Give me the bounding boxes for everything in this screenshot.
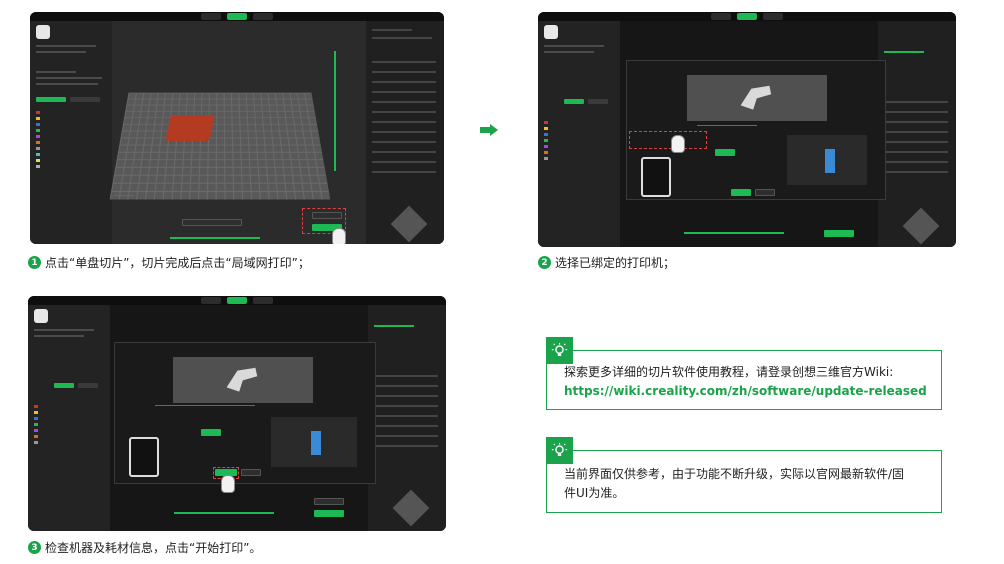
right-settings-panel bbox=[366, 21, 444, 244]
printer-select-box[interactable] bbox=[629, 131, 707, 149]
step-text: 检查机器及耗材信息，点击“开始打印”。 bbox=[45, 541, 262, 555]
tip-text: 探索更多详细的切片软件使用教程，请登录创想三维官方Wiki: bbox=[564, 365, 894, 379]
start-print-button[interactable] bbox=[731, 189, 751, 196]
right-settings-panel bbox=[368, 305, 446, 531]
hand-pointer-icon bbox=[332, 228, 346, 244]
right-settings-panel bbox=[878, 21, 956, 247]
send-print-dialog bbox=[626, 60, 886, 200]
printer-image bbox=[129, 437, 159, 477]
title-bar bbox=[28, 296, 446, 305]
tab-device[interactable] bbox=[253, 13, 273, 20]
cancel-button[interactable] bbox=[755, 189, 775, 196]
printer-image bbox=[641, 157, 671, 197]
step-3-caption: 3 检查机器及耗材信息，点击“开始打印”。 bbox=[28, 539, 261, 556]
printer-thumbnail bbox=[36, 25, 50, 39]
step-number-badge: 2 bbox=[538, 256, 551, 269]
screenshot-start-print bbox=[28, 296, 446, 531]
lightbulb-icon bbox=[546, 337, 573, 364]
screenshot-slicer-main bbox=[30, 12, 444, 244]
view-cube[interactable] bbox=[902, 207, 940, 245]
left-settings-panel bbox=[30, 21, 112, 244]
tip-text-line1: 当前界面仅供参考，由于功能不断升级，实际以官网最新软件/固 bbox=[564, 467, 905, 481]
slice-plate-button[interactable] bbox=[312, 212, 342, 219]
view-cube[interactable] bbox=[390, 205, 428, 243]
camera-feed bbox=[271, 417, 357, 467]
step-number-badge: 3 bbox=[28, 541, 41, 554]
tip-box-ui-notice: 当前界面仅供参考，由于功能不断升级，实际以官网最新软件/固 件UI为准。 bbox=[546, 437, 942, 513]
left-settings-panel bbox=[538, 21, 620, 247]
step-number-badge: 1 bbox=[28, 256, 41, 269]
tab-preview[interactable] bbox=[227, 13, 247, 20]
step-text: 点击“单盘切片”，切片完成后点击“局域网打印”； bbox=[45, 256, 310, 270]
screenshot-select-printer bbox=[538, 12, 956, 247]
title-bar bbox=[538, 12, 956, 21]
wiki-link[interactable]: https://wiki.creality.com/zh/software/up… bbox=[564, 382, 927, 401]
lightbulb-icon bbox=[546, 437, 573, 464]
arrow-right-icon bbox=[480, 124, 498, 136]
step-text: 选择已绑定的打印机； bbox=[555, 256, 676, 270]
title-bar bbox=[30, 12, 444, 21]
tab-prepare[interactable] bbox=[201, 13, 221, 20]
model-preview bbox=[173, 357, 313, 403]
send-print-dialog bbox=[114, 342, 376, 493]
model-preview bbox=[687, 75, 827, 121]
view-cube[interactable] bbox=[392, 489, 430, 527]
step-2-caption: 2 选择已绑定的打印机； bbox=[538, 254, 675, 271]
hand-pointer-icon bbox=[221, 475, 235, 493]
build-plate bbox=[109, 92, 331, 200]
left-settings-panel bbox=[28, 305, 110, 531]
hand-pointer-icon bbox=[671, 135, 685, 153]
sliced-model bbox=[165, 115, 215, 141]
tip-text-line2: 件UI为准。 bbox=[564, 486, 625, 500]
tip-box-wiki: 探索更多详细的切片软件使用教程，请登录创想三维官方Wiki: https://w… bbox=[546, 337, 942, 410]
camera-feed bbox=[787, 135, 867, 185]
cancel-button[interactable] bbox=[241, 469, 261, 476]
step-1-caption: 1 点击“单盘切片”，切片完成后点击“局域网打印”； bbox=[28, 254, 310, 271]
